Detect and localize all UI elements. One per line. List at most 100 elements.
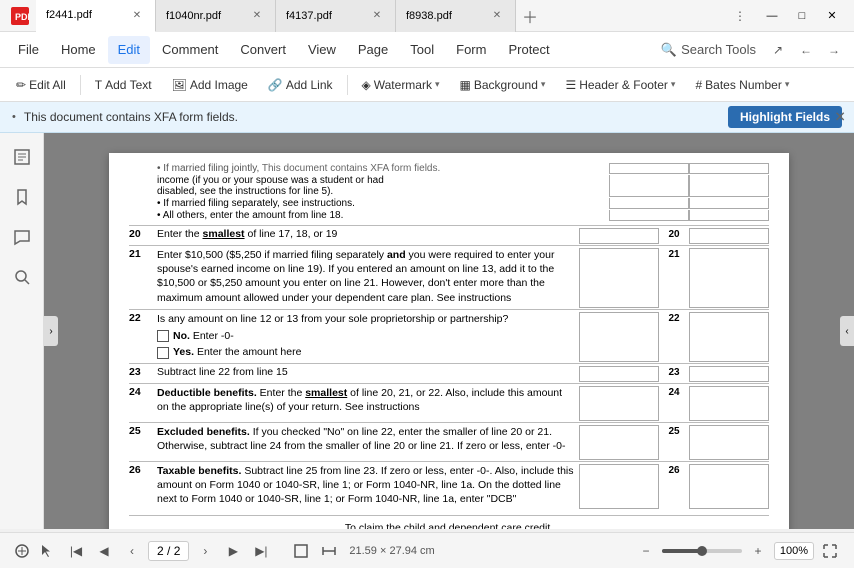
app-icon: PDF [8,4,32,28]
search-tools-label: Search Tools [681,42,756,57]
menu-protect[interactable]: Protect [498,36,559,64]
expand-left-panel[interactable]: › [44,316,58,346]
full-screen-button[interactable] [818,539,842,563]
link-icon: 🔗 [268,78,283,92]
header-footer-label: Header & Footer [579,78,668,92]
text-icon: T [95,78,102,92]
watermark-label: Watermark [374,78,432,92]
tab-f1040nr[interactable]: f1040nr.pdf ✕ [156,0,276,32]
menu-page[interactable]: Page [348,36,398,64]
menu-convert[interactable]: Convert [230,36,296,64]
title-bar: PDF f2441.pdf ✕ f1040nr.pdf ✕ f4137.pdf … [0,0,854,32]
comment-button[interactable] [6,221,38,253]
background-label: Background [474,78,538,92]
background-icon: ▦ [460,78,471,92]
expand-right-panel[interactable]: ‹ [840,316,854,346]
menu-comment[interactable]: Comment [152,36,228,64]
tab-f4137-label: f4137.pdf [286,10,365,22]
window-controls: — □ ✕ [758,2,846,30]
tab-f2441-label: f2441.pdf [46,9,125,21]
page-thumbnail-button[interactable] [6,141,38,173]
menu-form[interactable]: Form [446,36,496,64]
first-page-button[interactable]: |◀ [64,539,88,563]
zoom-in-button[interactable]: + [746,539,770,563]
background-button[interactable]: ▦ Background [452,72,554,98]
tab-f1040nr-label: f1040nr.pdf [166,10,245,22]
document-container[interactable]: • If married filing jointly, This docume… [58,133,840,529]
tab-f8938[interactable]: f8938.pdf ✕ [396,0,516,32]
zoom-out-button[interactable]: − [634,539,658,563]
add-link-button[interactable]: 🔗 Add Link [260,72,341,98]
bates-icon: # [695,78,702,92]
menu-view[interactable]: View [298,36,346,64]
section-header-line1: To claim the child and dependent care cr… [345,522,553,529]
forward-icon[interactable]: → [822,38,846,62]
last-page-button[interactable]: ▶| [249,539,273,563]
menu-home[interactable]: Home [51,36,106,64]
back-icon[interactable]: ← [794,38,818,62]
cursor-tool[interactable] [12,541,32,561]
prev-small-button[interactable]: ‹ [120,539,144,563]
pencil-icon: ✏ [16,78,26,92]
bates-number-button[interactable]: # Bates Number [687,72,797,98]
page-separator: / [167,544,174,558]
zoom-slider[interactable] [662,549,742,553]
svg-text:PDF: PDF [15,12,29,22]
header-footer-button[interactable]: ☰ Header & Footer [557,72,683,98]
menu-search-area[interactable]: 🔍 Search Tools [661,42,756,58]
document-content: • If married filing jointly, This docume… [109,153,789,529]
document-page: • If married filing jointly, This docume… [109,153,789,529]
zoom-fill [662,549,702,553]
add-image-button[interactable]: 🖼 Add Image [164,72,256,98]
edit-toolbar: ✏ Edit All T Add Text 🖼 Add Image 🔗 Add … [0,68,854,102]
menu-bar: File Home Edit Comment Convert View Page… [0,32,854,68]
xfa-banner: • This document contains XFA form fields… [0,102,854,133]
highlight-fields-button[interactable]: Highlight Fields [728,106,842,128]
tab-f1040nr-close[interactable]: ✕ [249,8,265,24]
total-pages: 2 [174,544,181,558]
fit-page-button[interactable] [289,539,313,563]
menu-tool[interactable]: Tool [400,36,444,64]
bottom-bar: |◀ ◀ ‹ 2 / 2 › ▶ ▶| 21.59 × 27.94 cm − +… [0,532,854,568]
external-link-icon[interactable]: ↗ [766,38,790,62]
maximize-button[interactable]: □ [788,2,816,30]
tab-f8938-close[interactable]: ✕ [489,8,505,24]
current-page: 2 [157,544,164,558]
next-small-button[interactable]: › [193,539,217,563]
next-page-button[interactable]: ▶ [221,539,245,563]
zoom-level-display[interactable]: 100% [774,542,814,560]
tab-f2441-close[interactable]: ✕ [129,7,145,23]
more-options-icon[interactable]: ⋮ [728,4,752,28]
watermark-button[interactable]: ◈ Watermark [354,72,448,98]
add-link-label: Add Link [286,78,333,92]
new-tab-button[interactable]: ＋ [516,0,544,32]
search-panel-button[interactable] [6,261,38,293]
tab-f2441[interactable]: f2441.pdf ✕ [36,0,156,32]
edit-all-label: Edit All [29,78,66,92]
toolbar-separator-1 [80,75,81,95]
main-area: › ‹ • If married filing jointly, This do… [0,133,854,529]
xfa-message: This document contains XFA form fields. [24,110,720,124]
tab-list: f2441.pdf ✕ f1040nr.pdf ✕ f4137.pdf ✕ f8… [36,0,728,32]
page-indicator[interactable]: 2 / 2 [148,541,189,561]
tab-f8938-label: f8938.pdf [406,10,485,22]
xfa-close-icon[interactable]: ✕ [834,109,846,126]
tab-f4137-close[interactable]: ✕ [369,8,385,24]
fit-width-button[interactable] [317,539,341,563]
prev-page-button[interactable]: ◀ [92,539,116,563]
add-text-button[interactable]: T Add Text [87,72,160,98]
toolbar-separator-2 [347,75,348,95]
edit-all-button[interactable]: ✏ Edit All [8,72,74,98]
menu-edit[interactable]: Edit [108,36,150,64]
add-text-label: Add Text [105,78,151,92]
menu-file[interactable]: File [8,36,49,64]
close-button[interactable]: ✕ [818,2,846,30]
search-icon: 🔍 [661,42,677,58]
bates-number-label: Bates Number [705,78,782,92]
bookmark-button[interactable] [6,181,38,213]
page-navigation: |◀ ◀ ‹ 2 / 2 › ▶ ▶| [64,539,273,563]
select-tool[interactable] [36,541,56,561]
dimensions-label: 21.59 × 27.94 cm [349,545,626,557]
minimize-button[interactable]: — [758,2,786,30]
tab-f4137[interactable]: f4137.pdf ✕ [276,0,396,32]
